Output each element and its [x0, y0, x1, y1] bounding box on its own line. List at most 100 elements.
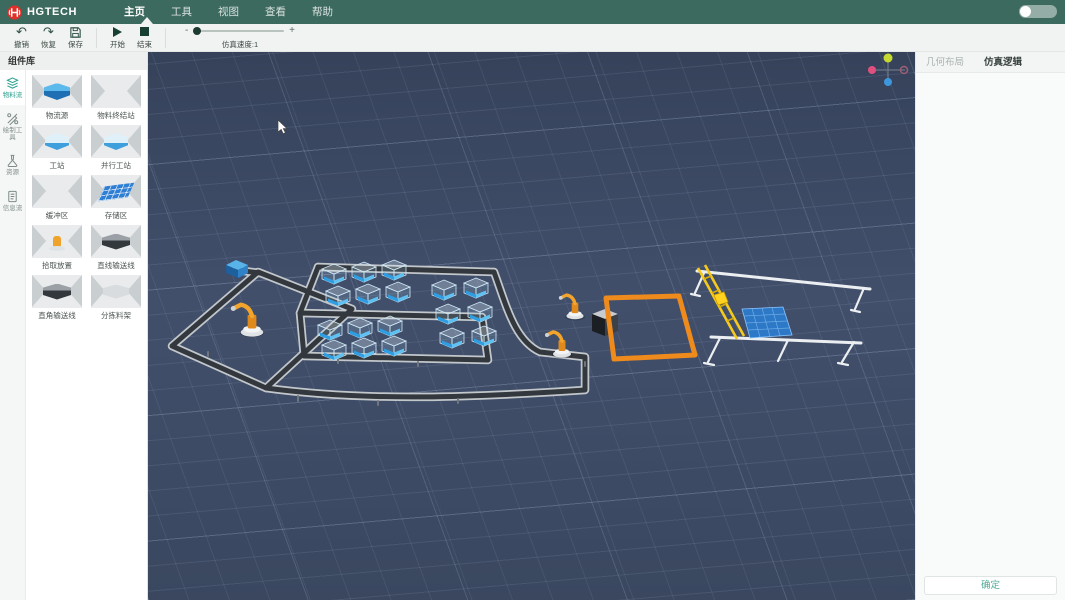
undo-label: 撤销 [8, 39, 35, 50]
component-label: 存储区 [88, 210, 144, 221]
component-item[interactable]: 工站 [29, 125, 85, 171]
resources-icon [6, 154, 19, 167]
component-thumbnail-icon [32, 175, 82, 208]
toolbar-separator [165, 28, 166, 48]
simulation-speed-control: - + 仿真速度:1 [185, 25, 295, 50]
gizmo-axis-left-icon [868, 66, 876, 74]
component-item[interactable]: 存储区 [88, 175, 144, 221]
properties-panel: 几何布局 仿真逻辑 确定 [915, 52, 1065, 600]
component-item[interactable]: 拾取放置 [29, 225, 85, 271]
nav-gizmo[interactable] [868, 54, 908, 87]
menu-item[interactable]: 工具 [158, 0, 205, 24]
stop-button[interactable]: 结束 [131, 25, 158, 50]
3d-viewport-canvas[interactable] [148, 52, 915, 600]
user-toggle[interactable] [1019, 5, 1057, 18]
brand-name: HGTECH [27, 6, 77, 18]
scene [148, 52, 915, 600]
speed-slider[interactable] [193, 30, 284, 32]
component-label: 缓冲区 [29, 210, 85, 221]
start-button[interactable]: 开始 [104, 25, 131, 50]
layers-icon [6, 77, 19, 90]
component-thumbnail-icon [32, 75, 82, 108]
speed-plus-button[interactable]: + [289, 26, 295, 36]
save-label: 保存 [62, 39, 89, 50]
top-menu-bar: HGTECH 主页 工具 视图 查看 帮助 [0, 0, 1065, 24]
start-label: 开始 [104, 39, 131, 50]
info-flow-icon [6, 190, 19, 203]
component-label: 并行工站 [88, 160, 144, 171]
component-label: 分拣料架 [88, 310, 144, 321]
active-menu-notch [141, 17, 153, 24]
component-thumbnail-icon [91, 75, 141, 108]
play-icon [104, 25, 131, 39]
component-label: 直角输送线 [29, 310, 85, 321]
properties-tabs: 几何布局 仿真逻辑 [916, 52, 1065, 73]
category-label: 信息流 [0, 205, 25, 212]
properties-tab[interactable]: 仿真逻辑 [974, 52, 1032, 72]
redo-icon: ↷ [35, 25, 62, 39]
category-label: 物料流 [0, 92, 25, 99]
speed-label: 仿真速度:1 [185, 39, 295, 50]
category-label: 绘制工具 [0, 127, 25, 141]
category-item[interactable]: 物料流 [0, 70, 25, 105]
application-window: HGTECH 主页 工具 视图 查看 帮助 ↶ 撤销 ↷ 恢复 [0, 0, 1065, 600]
component-label: 物流源 [29, 110, 85, 121]
component-grid: 物流源 物料终结站 工站 并行工站 [26, 70, 147, 600]
component-thumbnail-icon [91, 225, 141, 258]
gizmo-axis-top-icon [884, 54, 893, 63]
component-item[interactable]: 物料终结站 [88, 75, 144, 121]
component-label: 拾取放置 [29, 260, 85, 271]
component-thumbnail-icon [32, 275, 82, 308]
draw-tools-icon [6, 112, 19, 125]
speed-slider-knob[interactable] [193, 27, 201, 35]
save-icon [62, 25, 89, 39]
component-thumbnail-icon [32, 125, 82, 158]
component-item[interactable]: 直角输送线 [29, 275, 85, 321]
robot-arm[interactable] [559, 295, 585, 320]
stop-icon [131, 25, 158, 39]
category-rail: 物料流 [0, 70, 26, 600]
properties-tab[interactable]: 几何布局 [916, 52, 974, 72]
gizmo-axis-bottom-icon [884, 78, 892, 86]
brand-logo-icon [7, 5, 22, 20]
category-item[interactable]: 绘制工具 [0, 105, 25, 147]
confirm-button[interactable]: 确定 [924, 576, 1057, 595]
menu-item[interactable]: 帮助 [299, 0, 346, 24]
component-label: 物料终结站 [88, 110, 144, 121]
mouse-cursor-icon [278, 120, 287, 134]
category-item[interactable]: 信息流 [0, 183, 25, 218]
component-item[interactable]: 缓冲区 [29, 175, 85, 221]
brand: HGTECH [0, 5, 77, 20]
component-thumbnail-icon [91, 175, 141, 208]
category-item[interactable]: 资源 [0, 147, 25, 182]
sorting-platform[interactable] [742, 307, 792, 338]
robot-arm[interactable] [231, 305, 264, 337]
component-thumbnail-icon [32, 225, 82, 258]
save-button[interactable]: 保存 [62, 25, 89, 50]
menu-item[interactable]: 视图 [205, 0, 252, 24]
redo-label: 恢复 [35, 39, 62, 50]
stop-label: 结束 [131, 39, 158, 50]
machine-box[interactable] [592, 309, 618, 336]
redo-button[interactable]: ↷ 恢复 [35, 25, 62, 50]
category-label: 资源 [0, 169, 25, 176]
conveyor-network[interactable] [172, 267, 585, 405]
component-label: 工站 [29, 160, 85, 171]
component-label: 直线输送线 [88, 260, 144, 271]
component-thumbnail-icon [91, 125, 141, 158]
component-item[interactable]: 直线输送线 [88, 225, 144, 271]
component-library-panel: 组件库 [0, 52, 148, 600]
agv-loop-track[interactable] [606, 296, 695, 359]
menu-item[interactable]: 查看 [252, 0, 299, 24]
speed-minus-button[interactable]: - [185, 26, 188, 36]
toolbar-separator [96, 28, 97, 48]
component-thumbnail-icon [91, 275, 141, 308]
undo-button[interactable]: ↶ 撤销 [8, 25, 35, 50]
component-item[interactable]: 物流源 [29, 75, 85, 121]
undo-icon: ↶ [8, 25, 35, 39]
toolbar: ↶ 撤销 ↷ 恢复 保存 开始 结束 [0, 24, 1065, 52]
toggle-knob-icon [1020, 6, 1031, 17]
component-library-title: 组件库 [0, 52, 147, 70]
component-item[interactable]: 分拣料架 [88, 275, 144, 321]
component-item[interactable]: 并行工站 [88, 125, 144, 171]
